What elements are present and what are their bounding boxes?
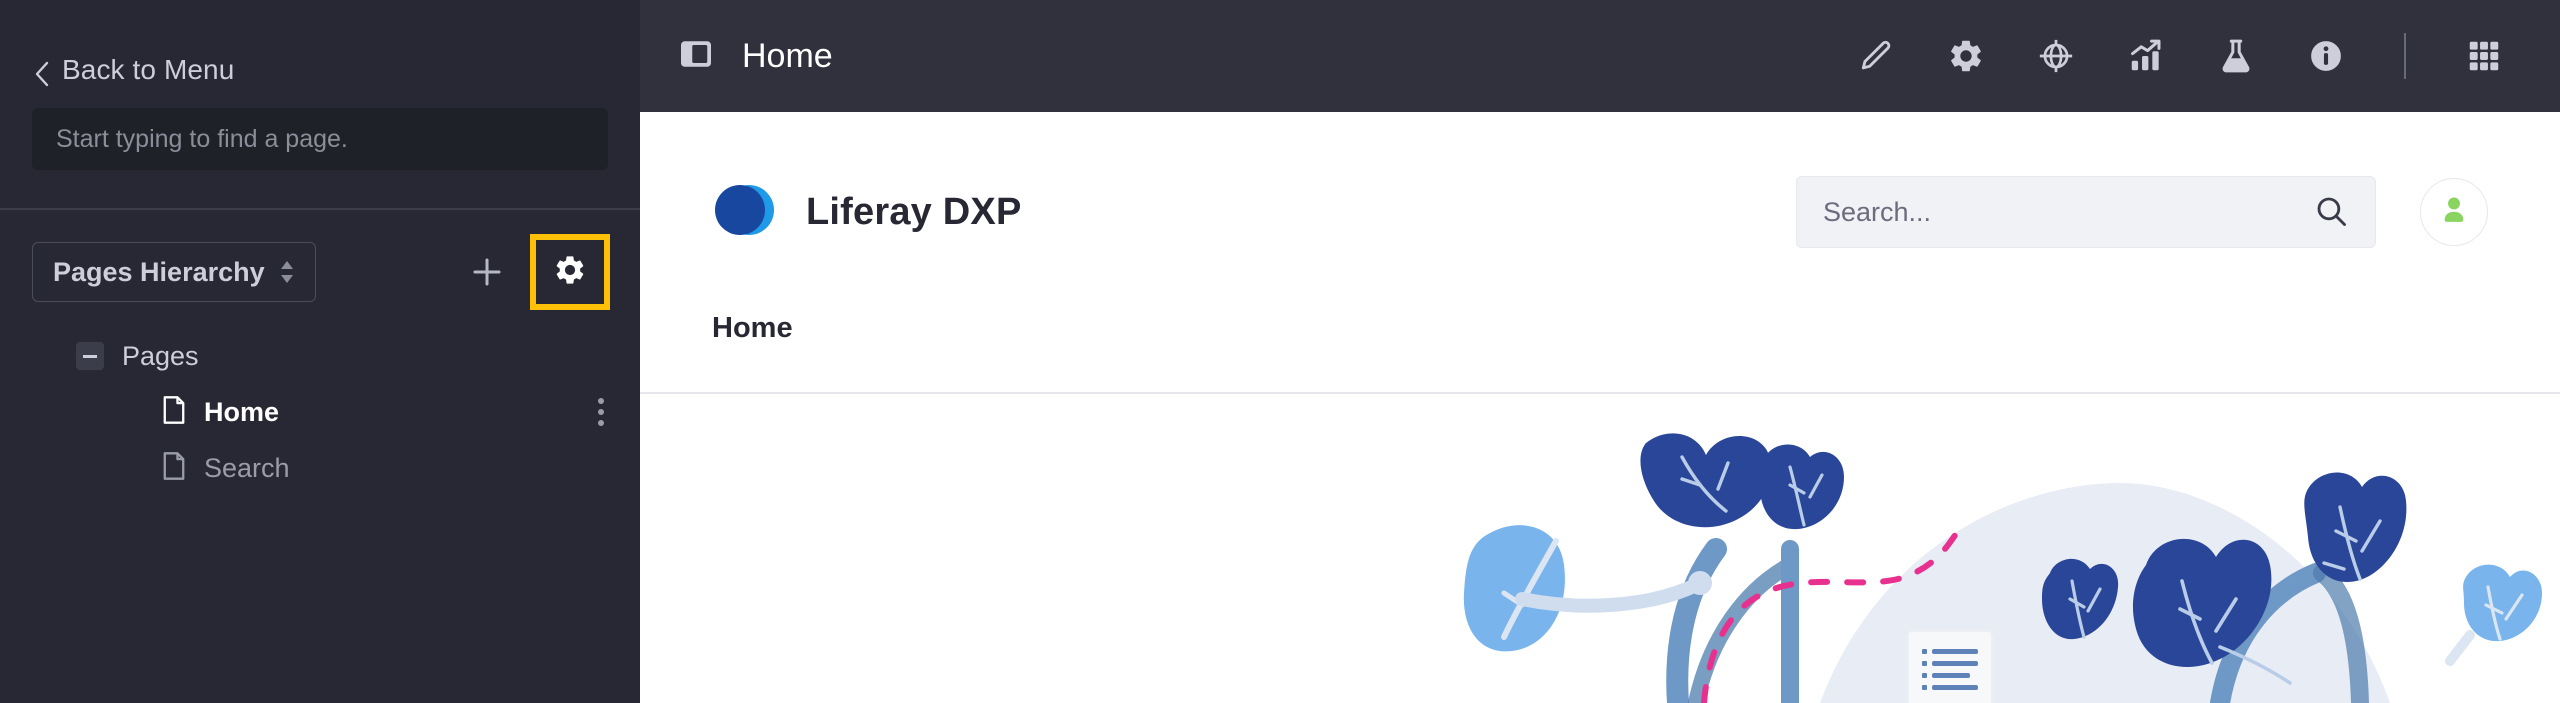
grid-apps-icon[interactable] bbox=[2456, 28, 2512, 84]
pencil-icon[interactable] bbox=[1848, 28, 1904, 84]
search-submit-button[interactable] bbox=[2313, 193, 2349, 232]
toolbar-divider bbox=[2404, 33, 2406, 79]
main-area: Home Liferay DXP Search... Home bbox=[640, 0, 2560, 703]
pages-hierarchy-select[interactable]: Pages Hierarchy bbox=[32, 242, 316, 302]
analytics-chart-icon[interactable] bbox=[2118, 28, 2174, 84]
site-brand[interactable]: Liferay DXP bbox=[712, 177, 1022, 248]
site-search bbox=[1796, 176, 2376, 248]
search-icon bbox=[2313, 193, 2349, 232]
page-title: Home bbox=[742, 36, 833, 75]
tree-row[interactable]: Home bbox=[0, 384, 640, 440]
user-avatar-button[interactable] bbox=[2420, 178, 2488, 246]
tree-item-actions-button[interactable] bbox=[592, 392, 610, 432]
tree-item-label: Pages bbox=[122, 340, 199, 371]
gear-icon[interactable] bbox=[1938, 28, 1994, 84]
back-to-menu-label: Back to Menu bbox=[62, 54, 235, 85]
plants-hero-illustration bbox=[640, 423, 2560, 703]
pages-sidebar: Back to Menu Pages Hierarchy bbox=[0, 0, 640, 703]
sidebar-search-input[interactable] bbox=[32, 108, 608, 170]
pages-hierarchy-label: Pages Hierarchy bbox=[53, 256, 265, 287]
target-globe-icon[interactable] bbox=[2028, 28, 2084, 84]
page-icon bbox=[160, 451, 188, 486]
flask-icon[interactable] bbox=[2208, 28, 2264, 84]
info-circle-icon[interactable] bbox=[2298, 28, 2354, 84]
collapse-toggle-icon[interactable] bbox=[76, 342, 104, 370]
control-menu-topbar: Home bbox=[640, 0, 2560, 112]
user-avatar-icon bbox=[2437, 193, 2471, 232]
pages-settings-button[interactable] bbox=[530, 234, 610, 310]
plus-icon bbox=[467, 252, 507, 292]
sidebar-panel-icon[interactable] bbox=[678, 36, 714, 77]
gear-icon bbox=[553, 253, 587, 292]
page-icon bbox=[160, 395, 188, 430]
tree-item-label: Search bbox=[204, 452, 290, 483]
content-divider bbox=[640, 392, 2560, 394]
nav-item-home[interactable]: Home bbox=[712, 312, 793, 345]
site-brand-name: Liferay DXP bbox=[806, 190, 1022, 233]
app-root: Back to Menu Pages Hierarchy bbox=[0, 0, 2560, 703]
add-page-button[interactable] bbox=[456, 241, 518, 303]
search-input[interactable] bbox=[1823, 196, 2313, 228]
pages-hierarchy-toolbar: Pages Hierarchy bbox=[0, 210, 640, 310]
tree-item-label: Home bbox=[204, 396, 280, 427]
sidebar-search-wrap bbox=[0, 86, 640, 170]
topbar-icon-group bbox=[1848, 28, 2512, 84]
tree-row[interactable]: Pages bbox=[0, 328, 640, 384]
pages-tree: Pages Home Search bbox=[0, 306, 640, 496]
back-to-menu-button[interactable]: Back to Menu bbox=[0, 0, 640, 87]
site-header: Liferay DXP bbox=[640, 112, 2560, 312]
chevron-left-icon bbox=[32, 60, 52, 87]
topbar-left: Home bbox=[678, 36, 833, 77]
site-navigation: Home bbox=[640, 312, 2560, 392]
liferay-logo-icon bbox=[712, 177, 778, 248]
chevron-updown-icon bbox=[279, 258, 295, 286]
tree-row[interactable]: Search bbox=[0, 440, 640, 496]
